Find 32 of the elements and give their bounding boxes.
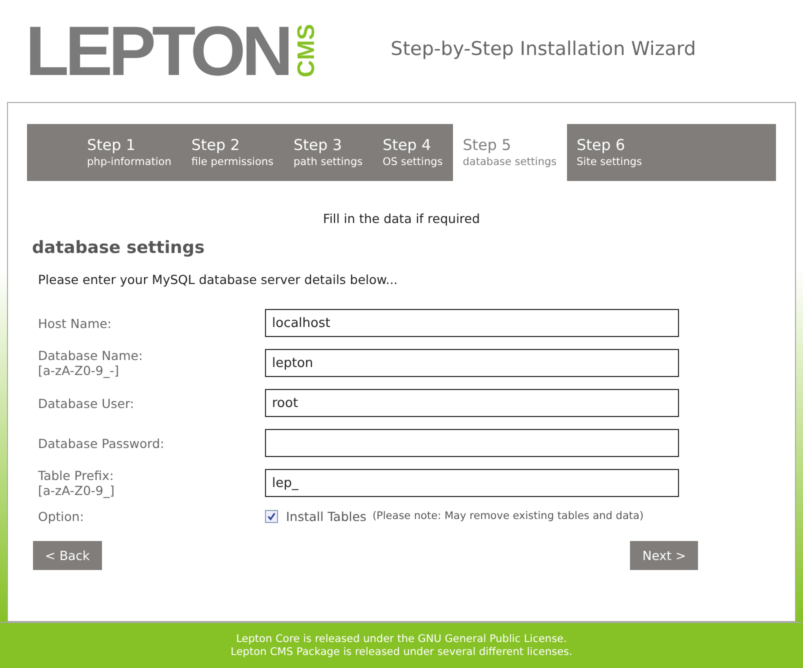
checkbox-label: Install Tables xyxy=(286,508,366,524)
notice-text: Fill in the data if required xyxy=(322,211,481,226)
field-label: Table Prefix: xyxy=(38,468,115,483)
input-field[interactable]: lepton xyxy=(265,349,679,377)
license-text: Lepton CMS Package is released under several different licenses. xyxy=(230,646,572,658)
back-button[interactable]: < Back xyxy=(33,541,102,570)
step-tab[interactable]: Step 3 path settings xyxy=(284,124,373,181)
input-field[interactable]: lep_ xyxy=(265,469,679,497)
step-tab[interactable]: Step 2 file permissions xyxy=(181,124,284,181)
page-title: Step-by-Step Installation Wizard xyxy=(390,38,696,60)
step-tab[interactable]: Step 4 OS settings xyxy=(372,124,453,181)
license-text: Lepton Core is released under the GNU General Public License. xyxy=(236,633,567,645)
step-tab[interactable]: Step 5 database settings xyxy=(452,124,567,181)
field-label: Database Password: xyxy=(38,436,166,450)
step-tab[interactable]: Step 1 php-information xyxy=(77,124,182,181)
section-heading: database settings xyxy=(32,238,206,258)
intro-text: Please enter your MySQL database server details below... xyxy=(38,272,399,287)
input-field[interactable] xyxy=(265,429,679,457)
logo-tag: CMS xyxy=(294,24,319,78)
logo-wordmark: LEPTON xyxy=(25,18,290,84)
input-field[interactable]: root xyxy=(265,389,679,417)
field-label: Option: xyxy=(38,508,85,524)
field-label: Host Name: xyxy=(38,316,113,330)
checkbox[interactable] xyxy=(265,510,278,522)
input-field[interactable]: localhost xyxy=(265,309,679,337)
option-note: (Please note: May remove existing tables and data) xyxy=(372,510,644,522)
field-hint: [a-zA-Z0-9_-] xyxy=(38,363,120,378)
field-hint: [a-zA-Z0-9_] xyxy=(38,483,116,498)
field-label: Database User: xyxy=(38,396,136,410)
next-button[interactable]: Next > xyxy=(630,541,698,570)
step-tab[interactable]: Step 6 Site settings xyxy=(566,124,652,181)
field-label: Database Name: xyxy=(38,348,144,363)
